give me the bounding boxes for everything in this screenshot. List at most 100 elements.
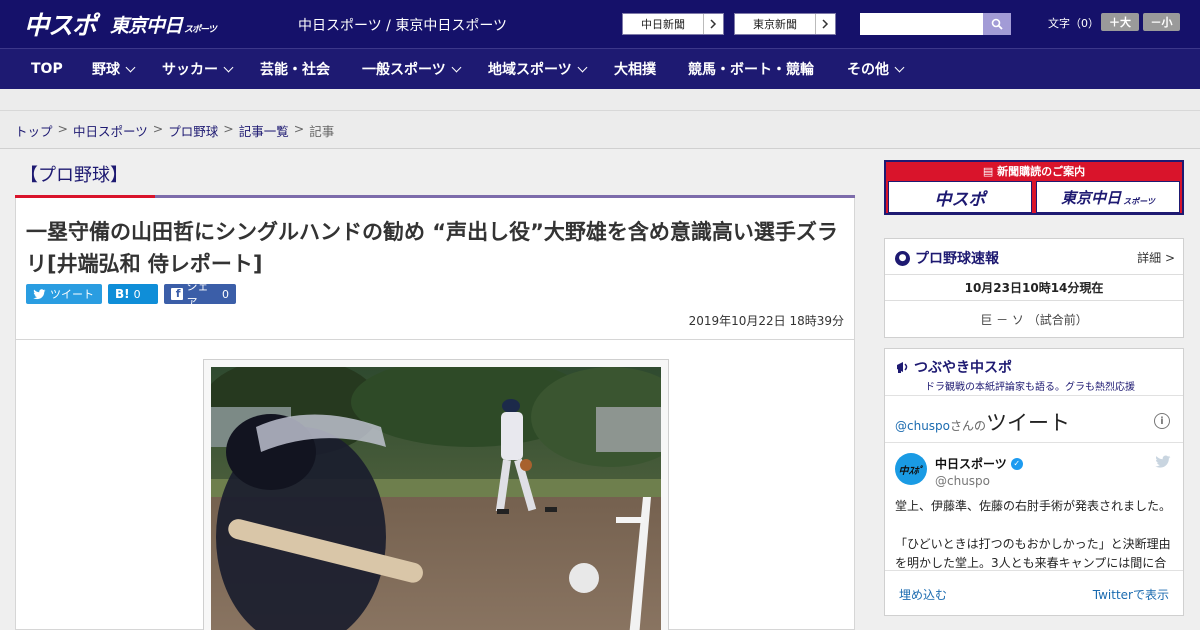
twitter-bird-icon[interactable] [1155,455,1171,469]
main-nav: TOP 野球 サッカー 芸能・社会 一般スポーツ 地域スポーツ 大相撲 競馬・ボ… [0,48,1200,89]
tokyo-shimbun-link[interactable]: 東京新聞 [734,13,836,35]
subscription-banner: ▤ 新聞購読のご案内 中スポ 東京中日 スポーツ [884,160,1184,215]
embed-link[interactable]: 埋め込む [899,586,947,603]
subscription-title-text: 新聞購読のご案内 [997,165,1086,178]
font-larger-button[interactable]: ＋大 [1101,13,1139,31]
chuspo-logo[interactable]: 中スポ [24,9,97,40]
chevron-down-icon [577,62,588,72]
breadcrumb-separator: > [223,121,234,136]
nav-label: TOP [31,61,63,77]
sub-bar [0,89,1200,111]
site-names: 中日スポーツ / 東京中日スポーツ [298,18,508,34]
hatena-bookmark-button[interactable]: B! 0 [108,284,158,304]
nav-item-general-sports[interactable]: 一般スポーツ [362,49,462,89]
tweets-of-word: ツイート [986,411,1071,435]
facebook-icon: f [171,287,183,300]
subscribe-tokyo-small: スポーツ [1123,196,1155,206]
pro-baseball-scores: ● プロ野球速報 詳細 > 10月23日10時14分現在 巨 － ソ （試合前） [884,238,1184,338]
hatena-bookmark-icon: B! [115,287,130,301]
top-header: 中スポ 東京中日 スポーツ 中日スポーツ / 東京中日スポーツ 中日新聞 東京新聞… [0,0,1200,48]
avatar[interactable]: 中ｽﾎﾟ [895,453,927,485]
breadcrumb-pro-baseball[interactable]: プロ野球 [168,121,218,140]
tweet-paragraph: 堂上、伊藤準、佐藤の右肘手術が発表されました。 [895,499,1172,513]
tweet-author-name: 中日スポーツ [935,457,1007,471]
tokyo-logo-small: スポーツ [184,25,217,35]
search-input[interactable] [860,13,983,35]
twitter-widget-title: つぶやき中スポ [895,357,1012,377]
font-size-label: 文字（0） [1048,17,1099,30]
breadcrumb-separator: > [293,121,305,136]
divider [885,442,1183,443]
breadcrumb-top[interactable]: トップ [15,121,53,140]
facebook-share-button[interactable]: f シェア 0 [164,280,236,309]
breadcrumb-article-list[interactable]: 記事一覧 [239,121,289,140]
article-header: 一塁守備の山田哲にシングルハンドの勧め “声出し役”大野雄を含め意識高い選手ズラ… [15,198,855,340]
tweet-text: 堂上、伊藤準、佐藤の右肘手術が発表されました。 「ひどいときは打つのもおかしかっ… [895,497,1177,569]
scores-timestamp: 10月23日10時14分現在 [964,281,1104,295]
tweet-author[interactable]: 中日スポーツ ✓ [935,455,1023,472]
breadcrumb-current: 記事 [309,124,335,139]
chuspo-logo-text: 中スポ [24,11,97,40]
twitter-bird-icon [33,288,46,299]
tokyo-chunichi-logo[interactable]: 東京中日 スポーツ [110,9,217,39]
tweet-share-button[interactable]: ツイート [26,284,102,304]
nav-item-top[interactable]: TOP [31,49,63,89]
chevron-down-icon [125,62,136,72]
nav-label: サッカー [162,62,218,78]
nav-item-sumo[interactable]: 大相撲 [614,49,656,89]
nav-item-entertainment[interactable]: 芸能・社会 [260,49,330,89]
font-smaller-button[interactable]: －小 [1143,13,1180,31]
scores-title-text: プロ野球速報 [915,251,999,267]
subscribe-chuspo-button[interactable]: 中スポ [888,181,1032,213]
info-icon[interactable]: i [1154,413,1170,429]
nav-label: 大相撲 [614,62,656,78]
chunichi-shimbun-link[interactable]: 中日新聞 [622,13,724,35]
twitter-widget-subtitle: ドラ観戦の本紙評論家も語る。グラも熱烈応援 [925,382,1135,393]
breadcrumb-chunichi-sports[interactable]: 中日スポーツ [73,121,148,140]
chevron-down-icon [223,62,234,72]
search-button[interactable] [983,13,1011,35]
newspaper-icon: ▤ [982,165,998,178]
divider [885,395,1183,396]
subscription-title: ▤ 新聞購読のご案内 [886,163,1182,179]
nav-item-local-sports[interactable]: 地域スポーツ [488,49,588,89]
chevron-down-icon [451,62,462,72]
article-photo[interactable] [211,367,661,630]
search-icon [991,18,1003,30]
article-category: 【プロ野球】 [20,165,128,186]
tweets-of-san: さんの [950,419,987,433]
twitter-timeline-widget: つぶやき中スポ ドラ観戦の本紙評論家も語る。グラも熱烈応援 @chuspo さん… [884,348,1184,616]
breadcrumb-bar: トップ > 中日スポーツ > プロ野球 > 記事一覧 > 記事 [0,111,1200,149]
scores-header: ● プロ野球速報 詳細 > [885,239,1183,275]
scores-divider [885,300,1183,301]
subscribe-tokyo-button[interactable]: 東京中日 スポーツ [1036,181,1180,213]
nav-item-racing[interactable]: 競馬・ボート・競輪 [688,49,814,89]
megaphone-icon [897,362,908,373]
tweets-of-heading: @chuspo さんの ツイート [895,407,1070,437]
tweet-author-handle[interactable]: @chuspo [935,474,990,488]
verified-badge-icon: ✓ [1010,457,1023,470]
tweet-share-label: ツイート [50,288,94,301]
nav-item-baseball[interactable]: 野球 [92,49,136,89]
divider [885,570,1183,571]
chevron-down-icon [894,62,905,72]
nav-label: 地域スポーツ [488,62,572,78]
article-body [15,340,855,630]
score-game-row[interactable]: 巨 － ソ （試合前） [885,311,1183,328]
nav-label: 野球 [92,62,120,78]
tweets-of-handle[interactable]: @chuspo [895,419,950,433]
twitter-widget-title-text: つぶやき中スポ [914,360,1012,376]
tokyo-shimbun-label: 東京新聞 [753,18,797,31]
scores-title: ● プロ野球速報 [895,248,999,268]
nav-item-soccer[interactable]: サッカー [162,49,234,89]
chunichi-shimbun-label: 中日新聞 [641,18,685,31]
chevron-right-icon [815,14,835,34]
nav-label: その他 [847,62,889,78]
chevron-right-icon [703,14,723,34]
breadcrumb: トップ > 中日スポーツ > プロ野球 > 記事一覧 > 記事 [15,121,334,140]
baseball-icon: ● [895,250,910,266]
article-headline: 一塁守備の山田哲にシングルハンドの勧め “声出し役”大野雄を含め意識高い選手ズラ… [26,220,838,276]
scores-detail-link[interactable]: 詳細 > [1137,249,1175,266]
nav-item-other[interactable]: その他 [847,49,905,89]
view-on-twitter-link[interactable]: Twitterで表示 [1093,586,1169,603]
